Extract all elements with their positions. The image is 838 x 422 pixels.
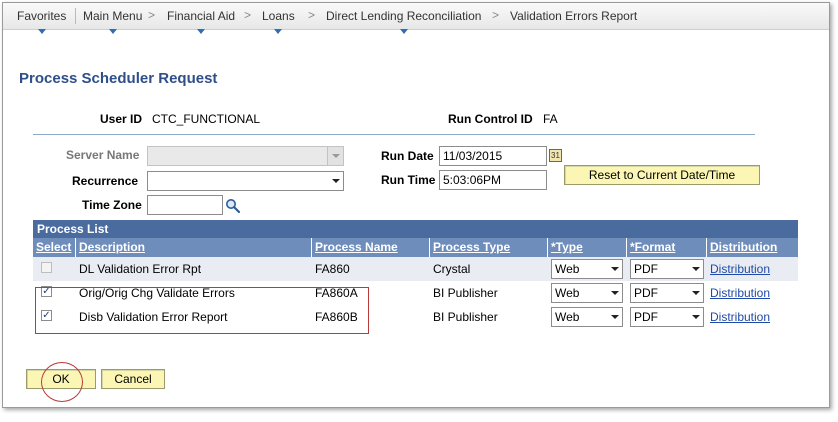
row-description: DL Validation Error Rpt [79,262,202,276]
table-row: DL Validation Error Rpt FA860 Crystal We… [33,257,798,281]
reset-datetime-button[interactable]: Reset to Current Date/Time [564,165,760,185]
process-scheduler-window: Favorites Main Menu > Financial Aid > Lo… [2,2,830,408]
column-divider [429,238,430,257]
chevron-down-icon [332,179,340,183]
recurrence-label: Recurrence [72,174,139,188]
run-date-label: Run Date [381,149,434,163]
column-header-process-name[interactable]: Process Name [315,240,398,254]
chevron-down-icon [611,267,619,271]
section-divider [33,134,755,135]
run-control-label: Run Control ID [448,112,533,126]
process-list-title: Process List [33,220,798,238]
breadcrumb-validation-errors-report[interactable]: Validation Errors Report [510,9,637,23]
row-distribution-link[interactable]: Distribution [710,262,770,276]
recurrence-select[interactable] [147,171,344,191]
user-id-label: User ID [100,112,143,126]
column-header-select[interactable]: Select [36,240,71,254]
breadcrumb-separator: > [492,8,500,22]
server-name-label: Server Name [66,148,140,162]
row-format-select[interactable]: PDF [630,259,704,279]
column-divider [626,238,627,257]
breadcrumb: Favorites Main Menu > Financial Aid > Lo… [3,3,829,34]
server-name-select[interactable] [147,146,344,166]
breadcrumb-separator: > [308,8,316,22]
chevron-down-icon [197,29,206,34]
row-type-select[interactable]: Web [551,259,623,279]
chevron-down-icon [692,267,700,271]
run-control-value: FA [543,112,558,126]
breadcrumb-direct-lending[interactable]: Direct Lending Reconciliation [326,9,481,34]
chevron-down-icon [692,315,700,319]
user-id-value: CTC_FUNCTIONAL [152,112,261,126]
search-icon[interactable] [225,198,241,214]
breadcrumb-separator: > [244,8,252,22]
row-process-type: BI Publisher [433,310,498,324]
row-format-select[interactable]: PDF [630,307,704,327]
grid-header-row: Select Description Process Name Process … [33,238,798,257]
column-divider [75,238,76,257]
breadcrumb-divider [75,8,76,24]
column-divider [547,238,548,257]
row-type-select[interactable]: Web [551,283,623,303]
row-format-select[interactable]: PDF [630,283,704,303]
page-title: Process Scheduler Request [19,70,218,87]
row-distribution-link[interactable]: Distribution [710,310,770,324]
chevron-down-icon [611,315,619,319]
row-process-type: BI Publisher [433,286,498,300]
chevron-down-icon [327,147,343,165]
row-process-type: Crystal [433,262,471,276]
chevron-down-icon [692,291,700,295]
breadcrumb-favorites[interactable]: Favorites [17,9,66,34]
column-header-description[interactable]: Description [79,240,145,254]
column-divider [706,238,707,257]
column-header-format[interactable]: *Format [630,240,675,254]
breadcrumb-separator: > [148,8,156,22]
time-zone-input[interactable] [147,195,223,215]
row-distribution-link[interactable]: Distribution [710,286,770,300]
chevron-down-icon [108,29,117,34]
run-time-input[interactable]: 5:03:06PM [439,170,547,190]
selected-rows-highlight [35,287,369,334]
breadcrumb-financial-aid[interactable]: Financial Aid [167,9,235,34]
chevron-down-icon [274,29,283,34]
run-time-label: Run Time [381,173,436,187]
breadcrumb-main-menu[interactable]: Main Menu [83,9,142,34]
breadcrumb-loans[interactable]: Loans [262,9,295,34]
row-type-select[interactable]: Web [551,307,623,327]
column-header-type[interactable]: *Type [551,240,583,254]
chevron-down-icon [399,29,408,34]
column-header-process-type[interactable]: Process Type [433,240,510,254]
cancel-button[interactable]: Cancel [101,369,165,389]
ok-button-highlight [41,362,83,402]
time-zone-label: Time Zone [82,198,142,212]
run-date-input[interactable]: 11/03/2015 [439,146,547,166]
chevron-down-icon [611,291,619,295]
chevron-down-icon [37,29,46,34]
row-process-name: FA860 [315,262,350,276]
column-divider [311,238,312,257]
calendar-icon[interactable]: 31 [549,149,562,162]
row-select-checkbox[interactable] [41,262,52,273]
column-header-distribution[interactable]: Distribution [710,240,777,254]
